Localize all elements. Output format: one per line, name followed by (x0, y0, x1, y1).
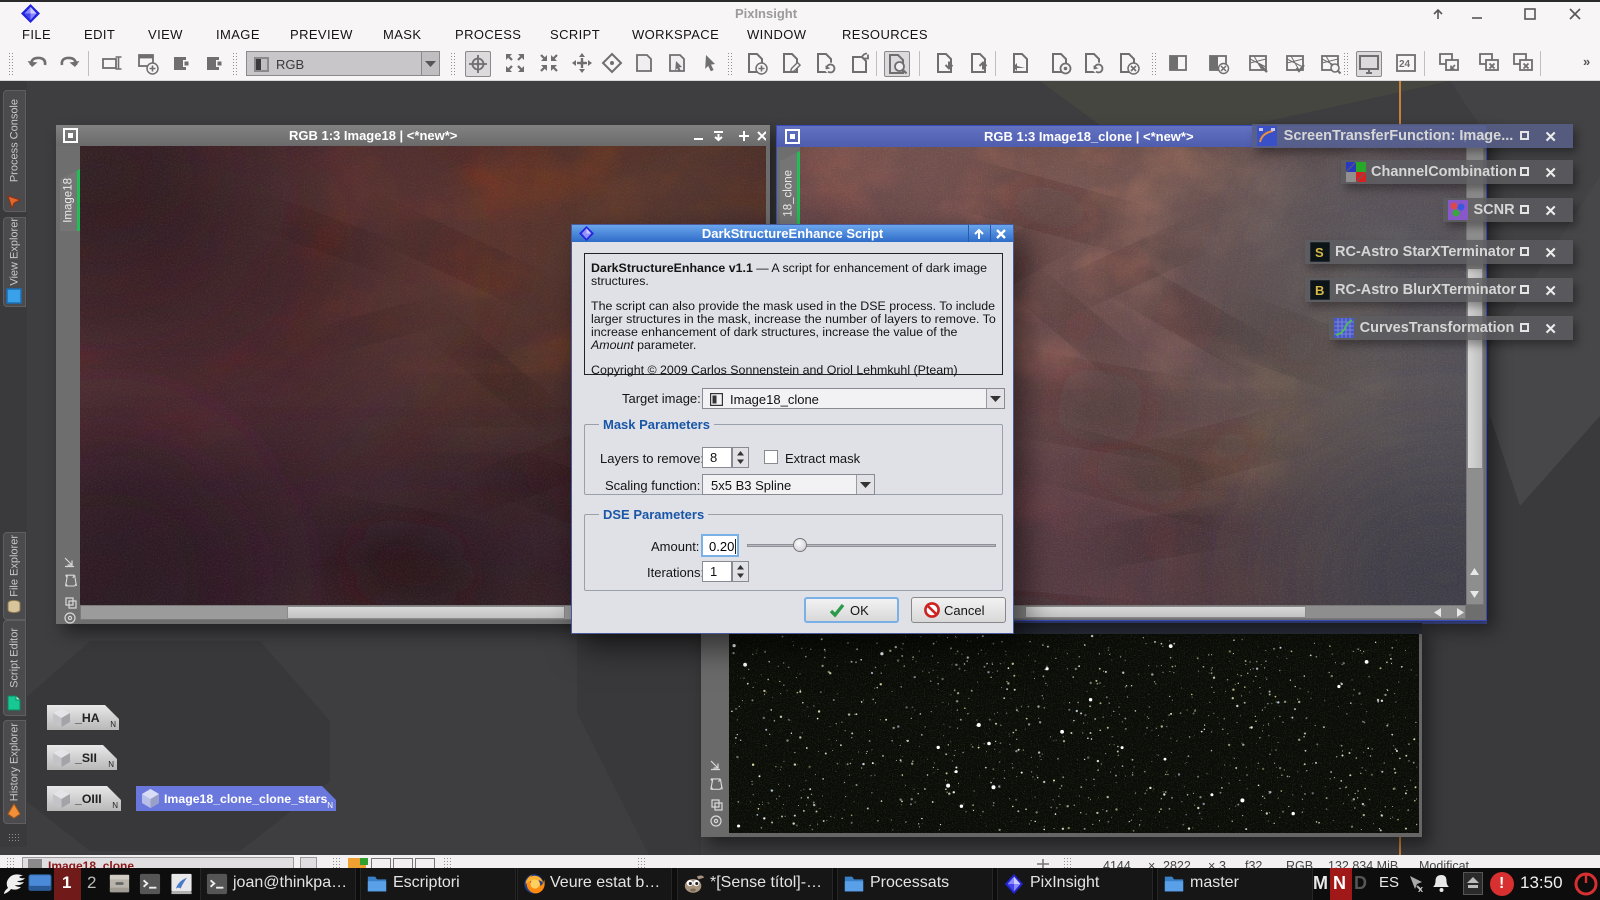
svg-text:B: B (1315, 283, 1324, 298)
svg-text:24: 24 (1399, 59, 1411, 70)
svg-text:S: S (1315, 245, 1324, 260)
svg-text:x: x (1418, 884, 1423, 893)
